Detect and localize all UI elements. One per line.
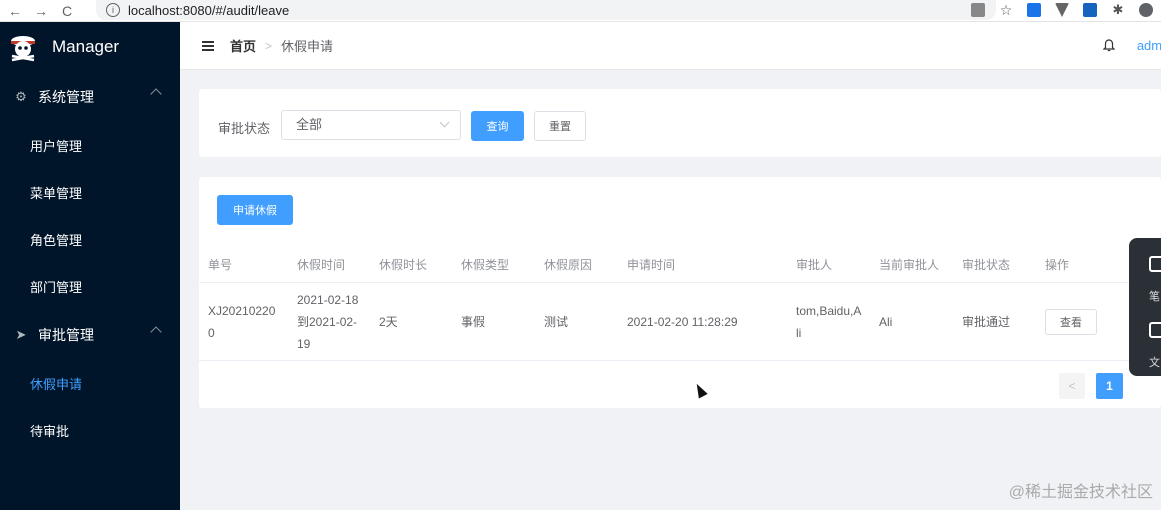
status-select-value: 全部 (296, 117, 323, 132)
sidebar-item-departments[interactable]: 部门管理 (0, 263, 180, 310)
breadcrumb: 首页 > 休假申请 (230, 36, 333, 55)
browser-toolbar: ← → C i localhost:8080/#/audit/leave ☆ ✱ (0, 0, 1161, 22)
menu-toggle-icon[interactable] (202, 40, 214, 51)
menu-group-system[interactable]: ⚙ 系统管理 (0, 72, 180, 122)
chevron-up-icon (150, 88, 162, 100)
cell-reason: 测试 (544, 315, 569, 329)
cell-text: tom,Baidu,A (796, 304, 862, 318)
cell-text: li (796, 326, 802, 340)
view-button[interactable]: 查看 (1045, 309, 1097, 335)
watermark: @稀土掘金技术社区 (1008, 484, 1153, 501)
cell-text: 2021-02-18 (297, 293, 359, 307)
menu-group-label: 审批管理 (38, 327, 94, 343)
widget-label-note: 笔 (1149, 291, 1160, 303)
extension-pocket-icon[interactable] (1027, 3, 1041, 17)
breadcrumb-separator: > (265, 38, 273, 53)
sidebar-item-roles[interactable]: 角色管理 (0, 216, 180, 263)
cell-type: 事假 (461, 315, 486, 329)
sidebar-item-pending-approval[interactable]: 待审批 (0, 407, 180, 454)
reset-button[interactable]: 重置 (534, 111, 586, 141)
pirate-skull-logo-icon (11, 36, 35, 62)
brand: Manager (0, 22, 180, 72)
apply-leave-button[interactable]: 申请休假 (217, 195, 293, 225)
note-icon[interactable] (1149, 256, 1161, 272)
top-header: 首页 > 休假申请 admi (180, 22, 1161, 70)
leave-table: 单号 休假时间 休假时长 休假类型 休假原因 申请时间 审批人 当前审批人 审批… (199, 243, 1161, 361)
translate-icon[interactable] (971, 3, 985, 17)
column-header: 操作 (1045, 258, 1070, 272)
chevron-down-icon (439, 117, 450, 128)
pagination-page-1[interactable]: 1 (1096, 373, 1123, 399)
puzzle-icon[interactable]: ✱ (1111, 2, 1125, 17)
cell-text: 0 (208, 326, 215, 340)
user-name[interactable]: admi (1137, 38, 1161, 53)
back-icon[interactable]: ← (4, 0, 26, 22)
profile-icon[interactable] (1139, 3, 1153, 17)
extension-vue-icon[interactable] (1055, 3, 1069, 17)
cell-current-approver: Ali (879, 315, 893, 329)
pagination-prev-button[interactable]: < (1059, 373, 1085, 399)
cell-id: XJ20210220 0 (208, 300, 275, 344)
address-bar[interactable]: i localhost:8080/#/audit/leave (96, 0, 996, 20)
column-header: 休假时间 (297, 258, 346, 272)
column-header: 审批状态 (962, 258, 1011, 272)
cell-text: 19 (297, 337, 311, 351)
menu-group-label: 系统管理 (38, 89, 94, 105)
breadcrumb-home[interactable]: 首页 (230, 36, 256, 55)
table-row: XJ20210220 0 2021-02-18 到2021-02- 19 2天 … (199, 283, 1161, 361)
table-header: 单号 休假时间 休假时长 休假类型 休假原因 申请时间 审批人 当前审批人 审批… (199, 243, 1161, 283)
cell-text: 到2021-02- (297, 315, 358, 329)
sidebar-item-menus[interactable]: 菜单管理 (0, 169, 180, 216)
chevron-up-icon (150, 326, 162, 338)
column-header: 单号 (208, 258, 233, 272)
status-filter-label: 审批状态 (218, 121, 271, 136)
query-form: 审批状态 全部 查询 重置 (199, 89, 1161, 157)
document-icon[interactable] (1149, 322, 1161, 338)
search-button[interactable]: 查询 (471, 111, 524, 141)
floating-side-widget: 笔 文 (1129, 238, 1161, 376)
cell-leave-time: 2021-02-18 到2021-02- 19 (297, 289, 358, 355)
column-header: 休假原因 (544, 258, 593, 272)
menu-group-approval[interactable]: ➤ 审批管理 (0, 310, 180, 360)
leave-list: 申请休假 单号 休假时间 休假时长 休假类型 休假原因 申请时间 审批人 当前审… (199, 177, 1161, 408)
cell-approvers: tom,Baidu,A li (796, 300, 861, 344)
star-icon[interactable]: ☆ (999, 2, 1013, 18)
cell-duration: 2天 (379, 315, 398, 329)
cell-status: 审批通过 (962, 315, 1011, 329)
cell-apply-time: 2021-02-20 11:28:29 (627, 315, 738, 329)
site-info-icon[interactable]: i (106, 3, 120, 17)
paper-plane-icon: ➤ (15, 327, 27, 342)
column-header: 当前审批人 (879, 258, 940, 272)
extension-h-icon[interactable] (1083, 3, 1097, 17)
widget-label-doc: 文 (1149, 357, 1160, 369)
sidebar-item-users[interactable]: 用户管理 (0, 122, 180, 169)
forward-icon[interactable]: → (30, 0, 52, 22)
column-header: 休假类型 (461, 258, 510, 272)
reload-icon[interactable]: C (56, 0, 78, 22)
column-header: 申请时间 (627, 258, 676, 272)
breadcrumb-current: 休假申请 (281, 39, 334, 54)
sidebar: Manager ⚙ 系统管理 用户管理 菜单管理 角色管理 部门管理 ➤ 审批管… (0, 22, 180, 510)
column-header: 审批人 (796, 258, 833, 272)
cell-text: XJ20210220 (208, 304, 276, 318)
extension-icons: ☆ ✱ (971, 0, 1153, 20)
brand-title: Manager (52, 37, 120, 56)
status-select[interactable]: 全部 (281, 110, 461, 140)
bell-icon[interactable] (1103, 39, 1115, 52)
url-text: localhost:8080/#/audit/leave (128, 2, 290, 18)
gear-icon: ⚙ (15, 89, 27, 104)
column-header: 休假时长 (379, 258, 428, 272)
sidebar-item-leave-apply[interactable]: 休假申请 (0, 360, 180, 407)
